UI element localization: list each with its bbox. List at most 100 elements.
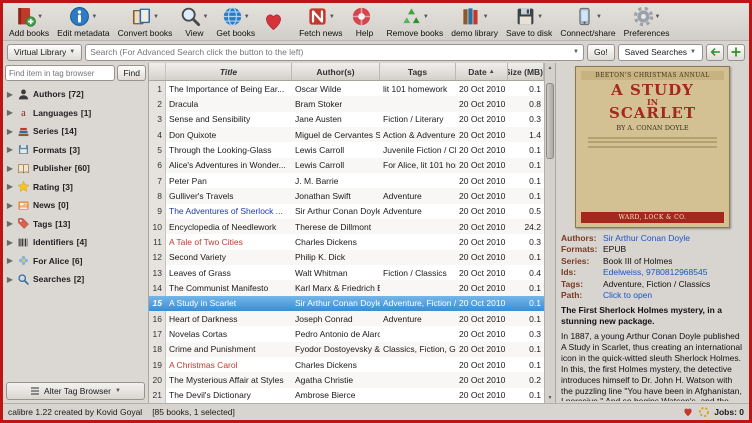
- expand-arrow-icon[interactable]: ▶: [6, 182, 14, 191]
- book-row[interactable]: 14The Communist ManifestoKarl Marx & Fri…: [149, 280, 544, 295]
- search-history-dropdown-icon[interactable]: ▼: [573, 49, 579, 55]
- column-header-title[interactable]: Title: [166, 63, 292, 80]
- book-list-scrollbar[interactable]: ▲ ▼: [544, 63, 555, 403]
- help-button[interactable]: ▼Help: [348, 5, 382, 39]
- connect-share-button[interactable]: ▼Connect/share: [557, 5, 618, 39]
- dropdown-arrow-icon[interactable]: ▼: [91, 14, 97, 20]
- tag-browser-find-button[interactable]: Find: [117, 65, 146, 81]
- column-header-size[interactable]: Size (MB): [508, 63, 544, 80]
- book-row[interactable]: 10Encyclopedia of NeedleworkTherese de D…: [149, 219, 544, 234]
- view-button[interactable]: ▼View: [177, 5, 211, 39]
- book-cell-n: 11: [149, 234, 166, 249]
- book-cell-n: 12: [149, 250, 166, 265]
- edit-metadata-button[interactable]: ▼Edit metadata: [54, 5, 112, 39]
- expand-arrow-icon[interactable]: ▶: [6, 238, 14, 247]
- expand-arrow-icon[interactable]: ▶: [6, 145, 14, 154]
- sidebar-item-tags[interactable]: ▶Tags[13]: [3, 215, 148, 234]
- sidebar-item-rating[interactable]: ▶Rating[3]: [3, 178, 148, 197]
- sidebar-item-identifiers[interactable]: ▶Identifiers[4]: [3, 233, 148, 252]
- heart-icon[interactable]: [682, 406, 694, 418]
- add-books-button[interactable]: ▼Add books: [6, 5, 52, 39]
- book-cell-title: The Communist Manifesto: [166, 280, 292, 295]
- scrollbar-thumb[interactable]: [546, 83, 554, 160]
- dropdown-arrow-icon[interactable]: ▼: [37, 14, 43, 20]
- book-row[interactable]: 15A Study in ScarletSir Arthur Conan Doy…: [149, 296, 544, 311]
- book-row[interactable]: 1The Importance of Being Ear...Oscar Wil…: [149, 81, 544, 96]
- book-cover[interactable]: BEETON'S CHRISTMAS ANNUAL A STUDY IN SCA…: [575, 66, 730, 228]
- save-to-disk-button[interactable]: ▼Save to disk: [503, 5, 555, 39]
- book-row[interactable]: 2DraculaBram Stoker20 Oct 20100.8: [149, 96, 544, 111]
- scrollbar-track[interactable]: [545, 73, 555, 393]
- expand-arrow-icon[interactable]: ▶: [6, 201, 14, 210]
- dropdown-arrow-icon[interactable]: ▼: [423, 14, 429, 20]
- virtual-library-button[interactable]: Virtual Library ▼: [7, 44, 82, 61]
- book-row[interactable]: 3Sense and SensibilityJane AustenFiction…: [149, 112, 544, 127]
- sidebar-item-series[interactable]: ▶Series[14]: [3, 122, 148, 141]
- sidebar-item-authors[interactable]: ▶Authors[72]: [3, 85, 148, 104]
- book-row[interactable]: 13Leaves of GrassWalt WhitmanFiction / C…: [149, 265, 544, 280]
- book-cell-title: Don Quixote: [166, 127, 292, 142]
- detail-field-value[interactable]: Sir Arthur Conan Doyle: [603, 233, 690, 244]
- column-header-authors[interactable]: Author(s): [292, 63, 380, 80]
- tag-browser-find-input[interactable]: [5, 65, 115, 81]
- expand-arrow-icon[interactable]: ▶: [6, 164, 14, 173]
- column-header-date[interactable]: Date▲: [456, 63, 508, 80]
- saved-searches-combo[interactable]: Saved Searches ▼: [618, 44, 703, 61]
- row-number-header[interactable]: [149, 63, 166, 80]
- book-row[interactable]: 8Gulliver's TravelsJonathan SwiftAdventu…: [149, 188, 544, 203]
- convert-books-button[interactable]: ▼Convert books: [115, 5, 176, 39]
- dropdown-arrow-icon[interactable]: ▼: [329, 14, 335, 20]
- search-input[interactable]: [90, 47, 573, 57]
- sidebar-item-news[interactable]: ▶News[0]: [3, 196, 148, 215]
- copy-search-to-saved-button[interactable]: [706, 44, 724, 61]
- sidebar-item-for-alice[interactable]: ▶For Alice[6]: [3, 252, 148, 271]
- book-row[interactable]: 6Alice's Adventures in Wonder...Lewis Ca…: [149, 158, 544, 173]
- book-row[interactable]: 21The Devil's DictionaryAmbrose Bierce20…: [149, 388, 544, 403]
- book-row[interactable]: 20The Mysterious Affair at StylesAgatha …: [149, 372, 544, 387]
- sidebar-item-formats[interactable]: ▶Formats[3]: [3, 141, 148, 160]
- column-header-tags[interactable]: Tags: [380, 63, 456, 80]
- donate-button[interactable]: ▼: [260, 10, 294, 34]
- expand-arrow-icon[interactable]: ▶: [6, 256, 14, 265]
- expand-arrow-icon[interactable]: ▶: [6, 127, 14, 136]
- book-row[interactable]: 12Second VarietyPhilip K. Dick20 Oct 201…: [149, 250, 544, 265]
- search-field[interactable]: ▼: [85, 44, 584, 61]
- scroll-up-icon[interactable]: ▲: [545, 63, 555, 73]
- library-button[interactable]: ▼demo library: [448, 5, 501, 39]
- detail-field-value[interactable]: Click to open: [603, 290, 652, 301]
- dropdown-arrow-icon[interactable]: ▼: [483, 14, 489, 20]
- book-row[interactable]: 19A Christmas CarolCharles Dickens20 Oct…: [149, 357, 544, 372]
- book-row[interactable]: 11A Tale of Two CitiesCharles Dickens20 …: [149, 234, 544, 249]
- fetch-news-button[interactable]: ▼Fetch news: [296, 5, 345, 39]
- book-row[interactable]: 18Crime and PunishmentFyodor Dostoyevsky…: [149, 342, 544, 357]
- dropdown-arrow-icon[interactable]: ▼: [537, 14, 543, 20]
- expand-arrow-icon[interactable]: ▶: [6, 90, 14, 99]
- scroll-down-icon[interactable]: ▼: [545, 393, 555, 403]
- book-row[interactable]: 7Peter PanJ. M. Barrie20 Oct 20100.1: [149, 173, 544, 188]
- alter-tag-browser-button[interactable]: Alter Tag Browser ▼: [6, 382, 145, 400]
- dropdown-arrow-icon[interactable]: ▼: [244, 14, 250, 20]
- book-row[interactable]: 4Don QuixoteMiguel de Cervantes Saa...Ac…: [149, 127, 544, 142]
- go-button[interactable]: Go!: [587, 44, 615, 61]
- dropdown-arrow-icon[interactable]: ▼: [153, 14, 159, 20]
- sidebar-item-publisher[interactable]: ▶Publisher[60]: [3, 159, 148, 178]
- dropdown-arrow-icon[interactable]: ▼: [655, 14, 661, 20]
- jobs-indicator[interactable]: Jobs: 0: [714, 407, 744, 417]
- sidebar-item-languages[interactable]: ▶aLanguages[1]: [3, 104, 148, 123]
- get-books-button[interactable]: ▼Get books: [213, 5, 258, 39]
- dropdown-arrow-icon[interactable]: ▼: [202, 14, 208, 20]
- dropdown-arrow-icon[interactable]: ▼: [596, 14, 602, 20]
- remove-books-button[interactable]: ▼Remove books: [384, 5, 447, 39]
- expand-arrow-icon[interactable]: ▶: [6, 108, 14, 117]
- book-row[interactable]: 17Novelas CortasPedro Antonio de Alarcón…: [149, 326, 544, 341]
- book-row[interactable]: 9The Adventures of Sherlock ...Sir Arthu…: [149, 204, 544, 219]
- jobs-spinner-icon[interactable]: [698, 406, 710, 418]
- expand-arrow-icon[interactable]: ▶: [6, 219, 14, 228]
- book-row[interactable]: 16Heart of DarknessJoseph ConradAdventur…: [149, 311, 544, 326]
- save-search-button[interactable]: [727, 44, 745, 61]
- detail-field-value[interactable]: Edelweiss, 9780812968545: [603, 267, 707, 278]
- book-row[interactable]: 5Through the Looking-GlassLewis CarrollJ…: [149, 142, 544, 157]
- sidebar-item-searches[interactable]: ▶Searches[2]: [3, 270, 148, 289]
- preferences-button[interactable]: ▼Preferences: [621, 5, 673, 39]
- expand-arrow-icon[interactable]: ▶: [6, 275, 14, 284]
